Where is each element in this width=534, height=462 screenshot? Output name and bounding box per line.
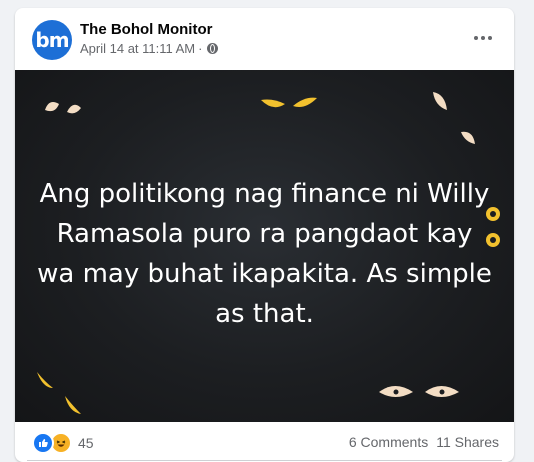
like-icon (32, 432, 54, 454)
post-body-text: Ang politikong nag finance ni Willy Rama… (37, 179, 492, 329)
eye-shape (461, 131, 475, 144)
footer-divider (27, 460, 502, 461)
eye-shape (261, 99, 285, 108)
globe-icon (207, 43, 219, 54)
post-header: bm The Bohol Monitor April 14 at 11:11 A… (15, 8, 514, 68)
eye-shape (65, 396, 81, 414)
reactions-summary[interactable]: 45 (32, 432, 94, 454)
post-footer: 45 6 Comments 11 Shares (15, 422, 514, 462)
avatar[interactable]: bm (32, 20, 72, 60)
eye-shape (293, 97, 317, 107)
eye-shape (45, 102, 59, 112)
shares-count-link[interactable]: 11 Shares (436, 434, 499, 450)
post-timestamp-link[interactable]: April 14 at 11:11 AM (80, 41, 195, 56)
reaction-count: 45 (78, 435, 94, 451)
post-image[interactable]: Ang politikong nag finance ni Willy Rama… (15, 70, 514, 422)
eye-shape (433, 92, 447, 110)
comments-count-link[interactable]: 6 Comments (349, 434, 428, 450)
page-name-link[interactable]: The Bohol Monitor (80, 21, 212, 38)
eye-shape (67, 104, 81, 114)
post-card: bm The Bohol Monitor April 14 at 11:11 A… (15, 8, 514, 462)
post-meta: April 14 at 11:11 AM · (80, 41, 219, 56)
meta-separator: · (198, 41, 203, 56)
post-stats: 6 Comments 11 Shares (349, 434, 499, 450)
eye-shape (37, 372, 53, 388)
more-options-icon[interactable] (468, 26, 498, 50)
